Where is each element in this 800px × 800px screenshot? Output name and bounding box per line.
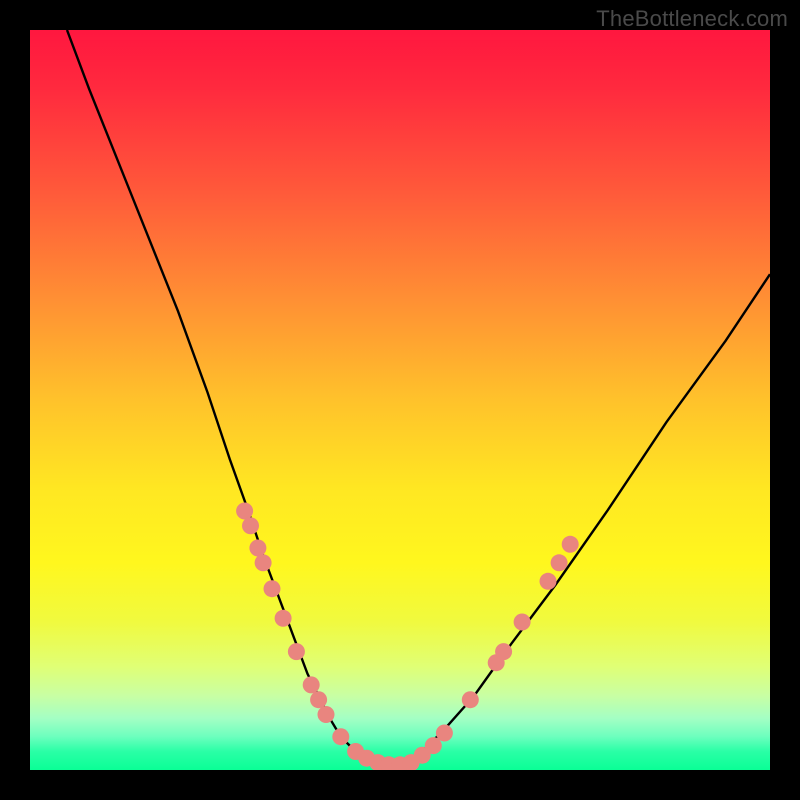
highlight-dots	[236, 503, 579, 771]
highlight-dot	[318, 706, 335, 723]
highlight-dot	[249, 540, 266, 557]
watermark-label: TheBottleneck.com	[596, 6, 788, 32]
highlight-dot	[436, 725, 453, 742]
highlight-dot	[236, 503, 253, 520]
highlight-dot	[551, 554, 568, 571]
bottleneck-curve	[67, 30, 770, 766]
highlight-dot	[495, 643, 512, 660]
highlight-dot	[462, 691, 479, 708]
highlight-dot	[562, 536, 579, 553]
highlight-dot	[540, 573, 557, 590]
highlight-dot	[288, 643, 305, 660]
highlight-dot	[310, 691, 327, 708]
highlight-dot	[514, 614, 531, 631]
plot-area	[30, 30, 770, 770]
highlight-dot	[264, 580, 281, 597]
highlight-dot	[255, 554, 272, 571]
highlight-dot	[332, 728, 349, 745]
outer-frame: TheBottleneck.com	[0, 0, 800, 800]
highlight-dot	[303, 676, 320, 693]
highlight-dot	[242, 517, 259, 534]
highlight-dot	[275, 610, 292, 627]
chart-svg	[30, 30, 770, 770]
